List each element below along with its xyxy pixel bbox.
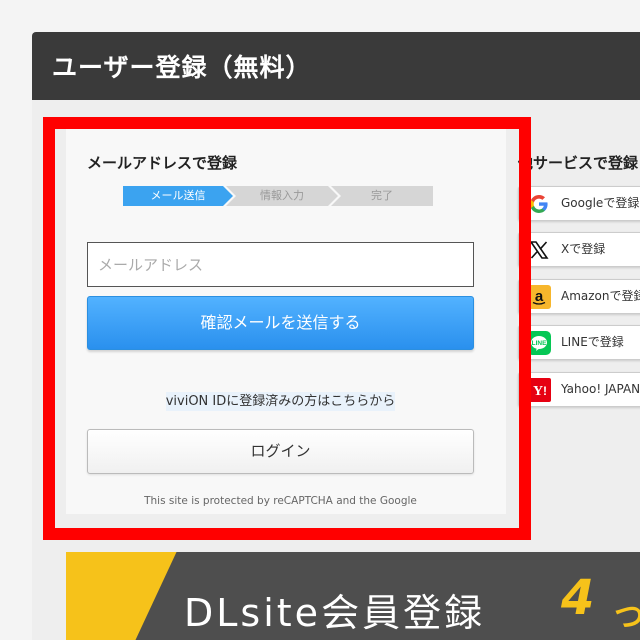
yahoo-icon: Y ! [527, 378, 551, 402]
recaptcha-note: This site is protected by reCAPTCHA and … [144, 495, 417, 507]
yahoo-register-button[interactable]: Y ! Yahoo! JAPAN [518, 372, 640, 407]
amazon-icon: a [527, 285, 551, 309]
google-register-label: Googleで登録 [561, 196, 640, 210]
line-register-label: LINEで登録 [561, 335, 624, 349]
x-icon [527, 238, 551, 262]
email-input[interactable] [87, 242, 474, 287]
line-icon: LINE [527, 331, 551, 355]
svg-text:!: ! [543, 384, 547, 398]
x-register-button[interactable]: Xで登録 [518, 232, 640, 267]
svg-text:Y: Y [533, 384, 543, 399]
send-confirmation-button[interactable]: 確認メールを送信する [87, 296, 474, 350]
banner-text: DLsite会員登録 [184, 591, 486, 635]
dlsite-register-banner[interactable]: DLsite会員登録 4 つ [66, 552, 640, 640]
yahoo-register-label: Yahoo! JAPAN [561, 382, 640, 396]
line-register-button[interactable]: LINE LINEで登録 [518, 325, 640, 360]
progress-steps: メール送信 情報入力 完了 [123, 186, 433, 206]
page-title: ユーザー登録（無料） [52, 53, 312, 82]
banner-suffix: つ [614, 600, 640, 635]
step-complete: 完了 [331, 186, 433, 206]
svg-text:LINE: LINE [532, 340, 547, 347]
svg-text:a: a [535, 288, 544, 305]
email-section-title: メールアドレスで登録 [87, 154, 238, 172]
other-services-title: 他サービスで登録 [518, 154, 639, 172]
page-header: ユーザー登録（無料） [32, 32, 640, 100]
amazon-register-label: Amazonで登録 [561, 289, 640, 303]
login-note: viviON IDに登録済みの方はこちらから [87, 390, 474, 411]
login-button[interactable]: ログイン [87, 429, 474, 474]
google-icon [527, 192, 551, 216]
banner-number: 4 [561, 570, 595, 626]
login-note-link[interactable]: viviON IDに登録済みの方はこちらから [165, 392, 396, 411]
x-register-label: Xで登録 [561, 242, 606, 256]
step-email-send: メール送信 [123, 186, 233, 206]
step-info-input: 情報入力 [226, 186, 338, 206]
google-register-button[interactable]: Googleで登録 [518, 186, 640, 221]
amazon-register-button[interactable]: a Amazonで登録 [518, 279, 640, 314]
